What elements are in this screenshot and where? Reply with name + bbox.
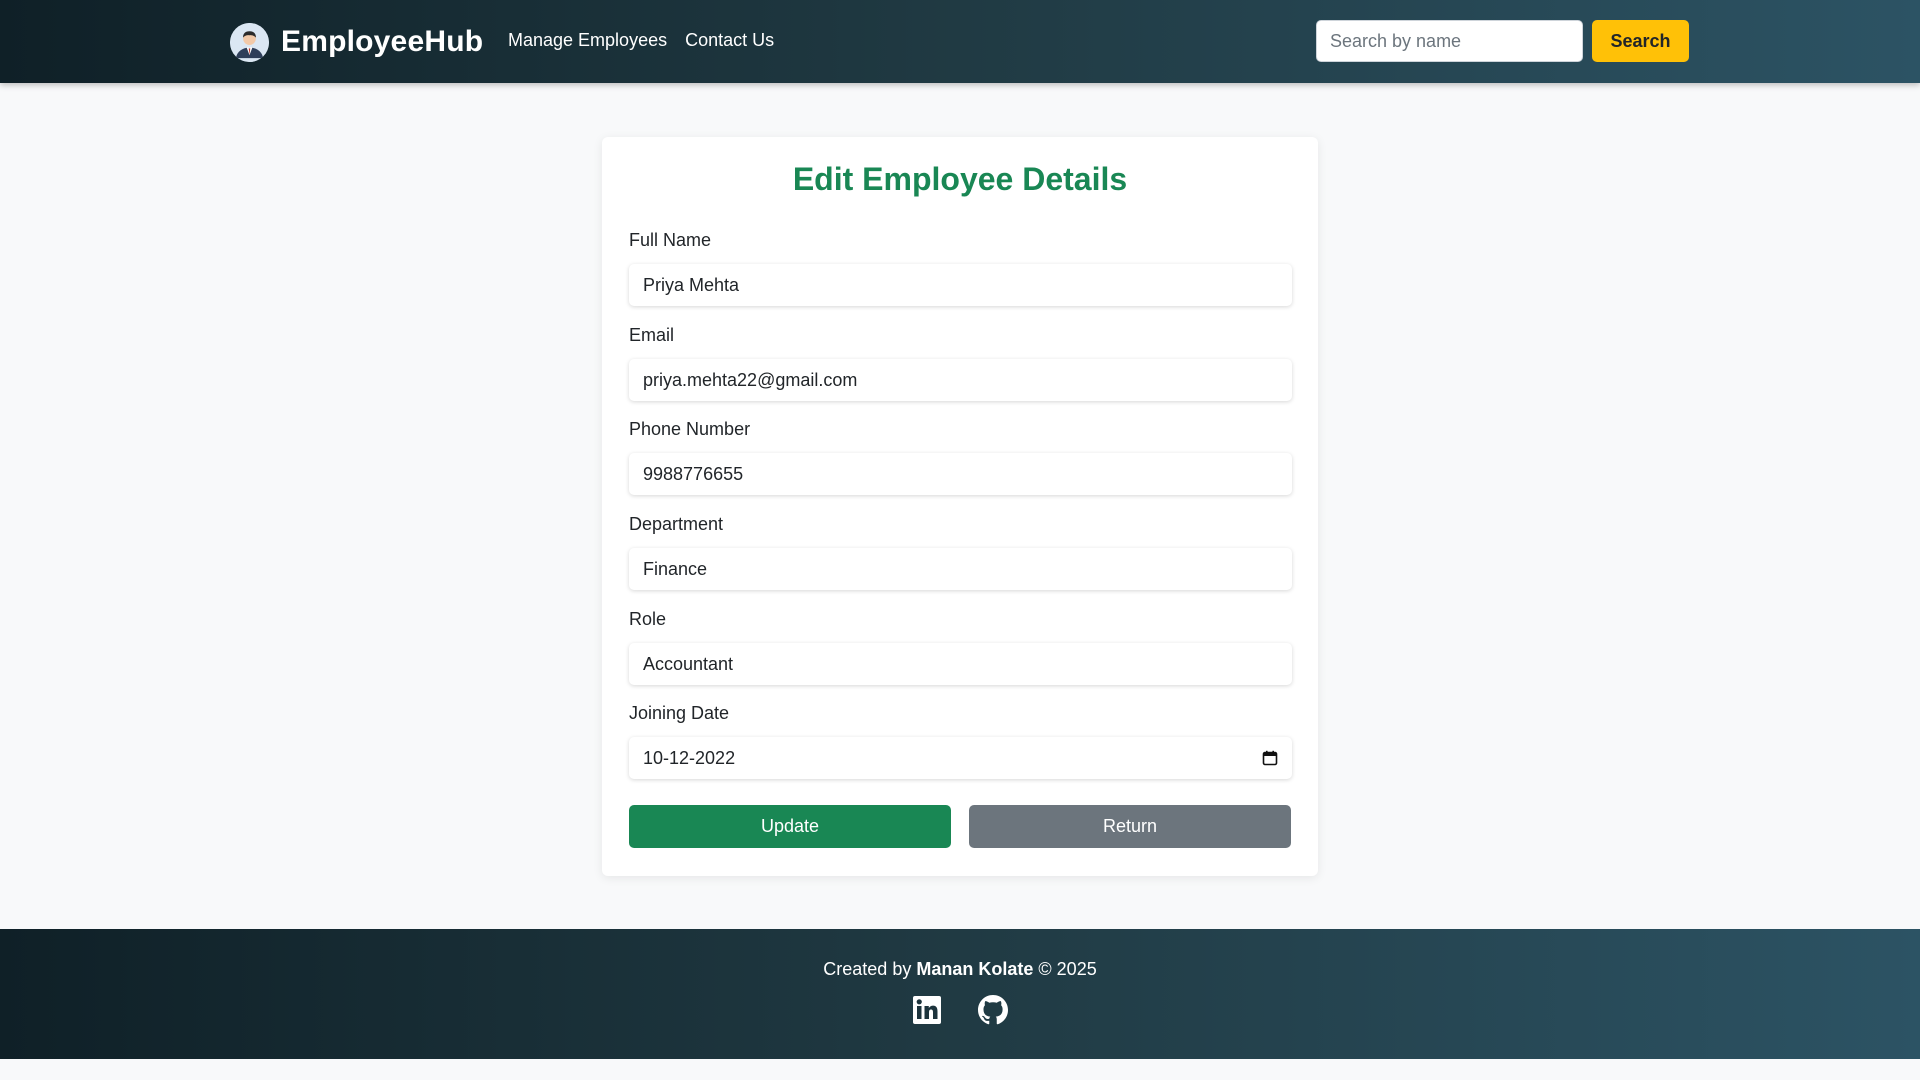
github-icon[interactable]	[978, 995, 1008, 1025]
footer-credit: Created by Manan Kolate © 2025	[0, 959, 1920, 980]
social-links	[0, 995, 1920, 1025]
edit-employee-card: Edit Employee Details Full Name Priya Me…	[602, 137, 1318, 876]
role-input[interactable]: Accountant	[629, 643, 1292, 685]
main-nav: Manage Employees Contact Us	[508, 30, 774, 51]
department-value: Finance	[643, 558, 708, 579]
email-label: Email	[629, 325, 675, 345]
footer-copyright: © 2025	[1038, 959, 1097, 979]
search-input[interactable]	[1316, 20, 1583, 62]
brand-name: EmployeeHub	[281, 25, 484, 58]
nav-contact-us[interactable]: Contact Us	[685, 30, 774, 51]
joining-date-input[interactable]: 10-12-2022	[629, 737, 1292, 779]
brand-link[interactable]: EmployeeHub	[230, 21, 483, 63]
role-value: Accountant	[643, 653, 734, 674]
return-button[interactable]: Return	[969, 805, 1291, 848]
email-input[interactable]: priya.mehta22@gmail.com	[629, 359, 1292, 401]
page-title: Edit Employee Details	[792, 161, 1128, 197]
phone-number-value: 9988776655	[643, 463, 744, 484]
phone-number-input[interactable]: 9988776655	[629, 453, 1292, 495]
joining-date-label: Joining Date	[629, 703, 730, 723]
calendar-icon[interactable]	[1262, 750, 1278, 766]
email-value: priya.mehta22@gmail.com	[643, 369, 858, 390]
joining-date-value: 10-12-2022	[643, 747, 736, 768]
linkedin-icon[interactable]	[912, 995, 942, 1025]
user-avatar-icon	[230, 22, 269, 62]
footer-author: Manan Kolate	[916, 959, 1034, 979]
update-button[interactable]: Update	[629, 805, 951, 848]
navbar: EmployeeHub Manage Employees Contact Us …	[0, 0, 1920, 83]
footer: Created by Manan Kolate © 2025	[0, 929, 1920, 1059]
full-name-label: Full Name	[629, 230, 712, 250]
nav-manage-employees[interactable]: Manage Employees	[508, 30, 667, 51]
department-label: Department	[629, 514, 724, 534]
full-name-input[interactable]: Priya Mehta	[629, 264, 1292, 306]
search-button[interactable]: Search	[1592, 20, 1689, 62]
phone-number-label: Phone Number	[629, 419, 751, 439]
footer-prefix: Created by	[823, 959, 912, 979]
full-name-value: Priya Mehta	[643, 274, 740, 295]
department-input[interactable]: Finance	[629, 548, 1292, 590]
role-label: Role	[629, 609, 667, 629]
